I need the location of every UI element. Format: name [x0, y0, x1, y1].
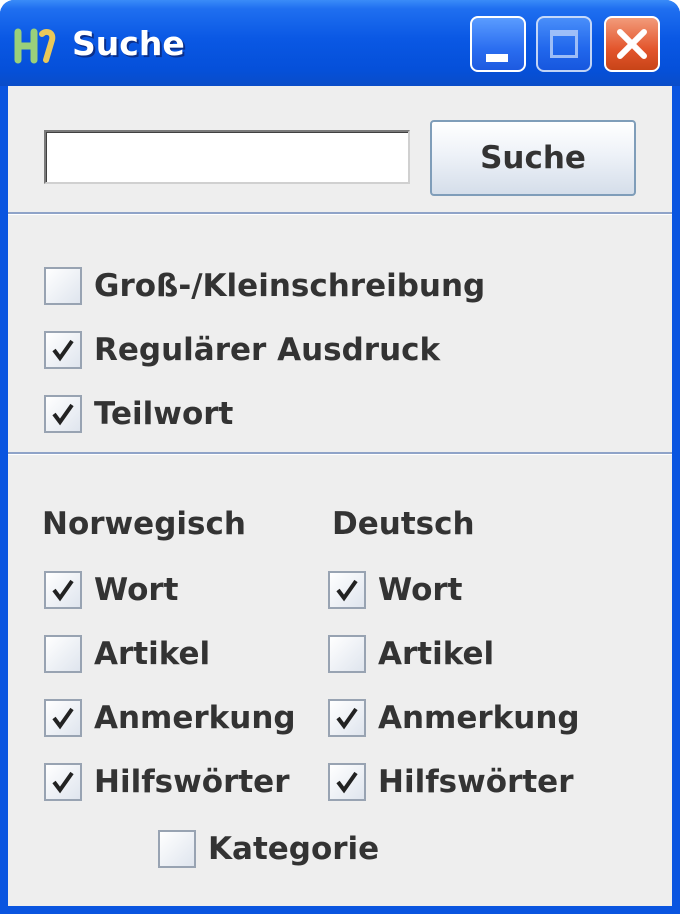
case-sensitive-option-checkbox[interactable]	[44, 267, 82, 305]
german-word-option[interactable]: Wort	[328, 570, 463, 610]
search-input[interactable]	[44, 130, 410, 184]
german-article-option[interactable]: Artikel	[328, 634, 494, 674]
checkmark-icon	[52, 403, 74, 426]
checkmark-icon	[336, 771, 358, 794]
norwegian-auxiliary-words-option[interactable]: Hilfswörter	[44, 762, 290, 802]
checkmark-icon	[52, 707, 74, 730]
norwegian-word-option-label: Wort	[94, 572, 179, 608]
maximize-button[interactable]	[536, 16, 592, 72]
norwegian-word-option[interactable]: Wort	[44, 570, 179, 610]
german-word-option-checkbox[interactable]	[328, 571, 366, 609]
regex-option[interactable]: Regulärer Ausdruck	[44, 330, 440, 370]
german-word-option-label: Wort	[378, 572, 463, 608]
norwegian-note-option-label: Anmerkung	[94, 700, 296, 736]
german-auxiliary-words-option-label: Hilfswörter	[378, 764, 574, 800]
partial-word-option-label: Teilwort	[94, 396, 234, 432]
case-sensitive-option-label: Groß-/Kleinschreibung	[94, 268, 486, 304]
minimize-icon	[486, 54, 508, 62]
german-column-heading: Deutsch	[332, 506, 475, 542]
norwegian-note-option[interactable]: Anmerkung	[44, 698, 296, 738]
german-article-option-checkbox[interactable]	[328, 635, 366, 673]
norwegian-column-heading: Norwegisch	[42, 506, 246, 542]
norwegian-word-option-checkbox[interactable]	[44, 571, 82, 609]
norwegian-article-option[interactable]: Artikel	[44, 634, 210, 674]
partial-word-option-checkbox[interactable]	[44, 395, 82, 433]
minimize-button[interactable]	[470, 16, 526, 72]
maximize-icon	[550, 30, 578, 58]
norwegian-auxiliary-words-option-checkbox[interactable]	[44, 763, 82, 801]
checkmark-icon	[336, 579, 358, 602]
search-button[interactable]: Suche	[430, 120, 636, 196]
category-option-checkbox[interactable]	[158, 830, 196, 868]
window-title: Suche	[72, 24, 185, 63]
app-logo-icon	[14, 28, 56, 64]
german-auxiliary-words-option-checkbox[interactable]	[328, 763, 366, 801]
norwegian-auxiliary-words-option-label: Hilfswörter	[94, 764, 290, 800]
norwegian-article-option-label: Artikel	[94, 636, 211, 672]
category-option-label: Kategorie	[208, 831, 380, 867]
close-button[interactable]	[604, 16, 660, 72]
case-sensitive-option[interactable]: Groß-/Kleinschreibung	[44, 266, 485, 306]
regex-option-label: Regulärer Ausdruck	[94, 332, 441, 368]
partial-word-option[interactable]: Teilwort	[44, 394, 233, 434]
german-note-option-label: Anmerkung	[378, 700, 580, 736]
german-note-option-checkbox[interactable]	[328, 699, 366, 737]
dialog-content: Suche Groß-/Kleinschreibung Regulärer Aus…	[8, 86, 672, 906]
category-option[interactable]: Kategorie	[158, 829, 379, 869]
separator-top	[8, 212, 672, 215]
checkmark-icon	[52, 579, 74, 602]
close-icon	[617, 29, 647, 59]
german-auxiliary-words-option[interactable]: Hilfswörter	[328, 762, 574, 802]
german-note-option[interactable]: Anmerkung	[328, 698, 580, 738]
checkmark-icon	[52, 771, 74, 794]
regex-option-checkbox[interactable]	[44, 331, 82, 369]
separator-bottom	[8, 452, 672, 455]
search-dialog-window: Suche Suche Groß-/Kleinschreibung Regulär…	[0, 0, 680, 914]
title-bar[interactable]: Suche	[0, 0, 680, 86]
norwegian-note-option-checkbox[interactable]	[44, 699, 82, 737]
checkmark-icon	[52, 339, 74, 362]
german-article-option-label: Artikel	[378, 636, 495, 672]
checkmark-icon	[336, 707, 358, 730]
norwegian-article-option-checkbox[interactable]	[44, 635, 82, 673]
